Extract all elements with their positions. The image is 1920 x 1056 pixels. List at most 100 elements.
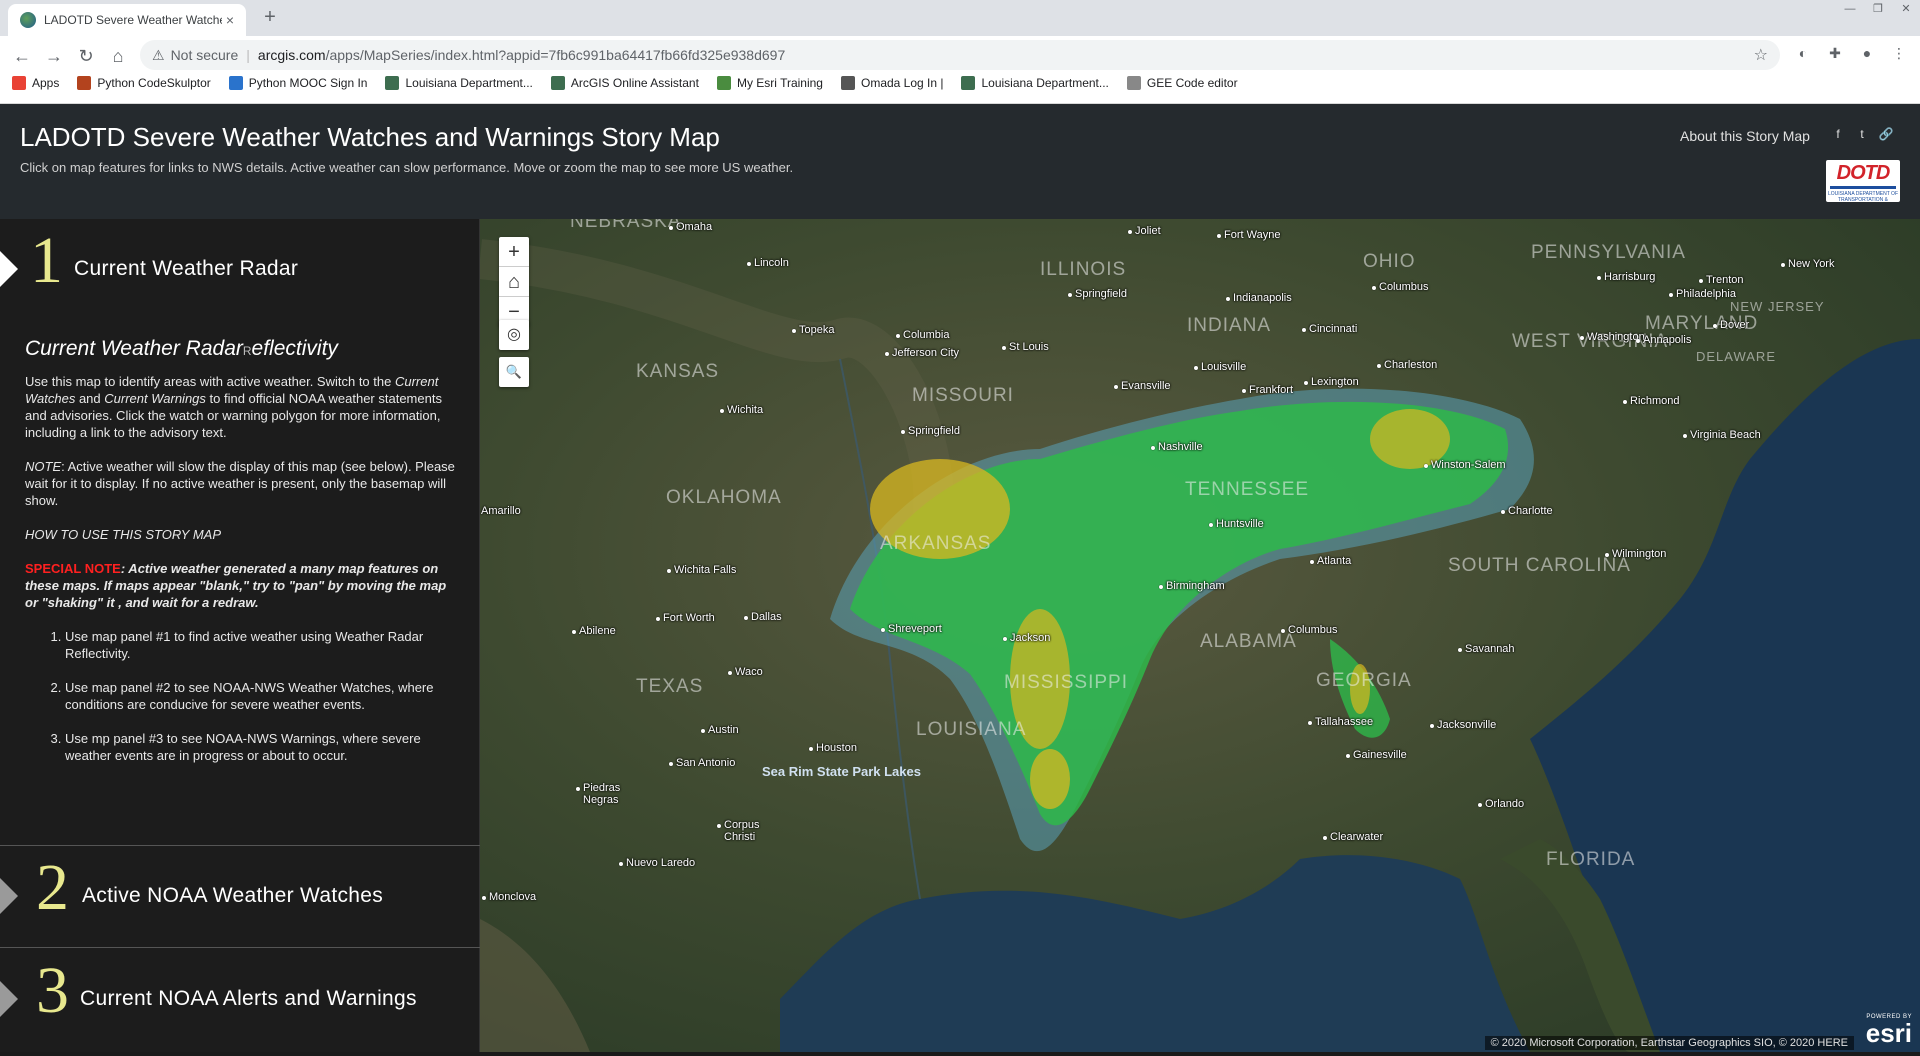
- entry-title: Current Weather Radar: [74, 257, 299, 280]
- profile-avatar-icon[interactable]: ●: [1858, 44, 1876, 62]
- link-icon[interactable]: 🔗: [1878, 126, 1894, 142]
- coursera-icon: [228, 76, 243, 90]
- search-button[interactable]: 🔍: [499, 357, 529, 387]
- list-item: Use mp panel #3 to see NOAA-NWS Warnings…: [65, 730, 461, 764]
- city-label: Louisville: [1193, 361, 1247, 373]
- twitter-icon[interactable]: t: [1854, 126, 1870, 142]
- city-label: Nuevo Laredo: [618, 857, 696, 869]
- not-secure-label[interactable]: Not secure: [171, 47, 239, 63]
- city-label: Trenton: [1699, 274, 1744, 286]
- city-label: Abilene: [572, 625, 616, 637]
- list-item: Use map panel #2 to see NOAA-NWS Weather…: [65, 679, 461, 713]
- extensions-puzzle-icon[interactable]: ✚: [1826, 44, 1844, 62]
- bookmark-item[interactable]: Omada Log In |: [840, 76, 943, 90]
- bookmark-item[interactable]: Apps: [12, 76, 59, 90]
- city-label: Columbia: [895, 329, 950, 341]
- state-label: NEBRASKA: [570, 219, 682, 232]
- state-label: OKLAHOMA: [666, 487, 782, 508]
- page-subtitle: Click on map features for links to NWS d…: [20, 160, 794, 175]
- bookmark-label: Python CodeSkulptor: [97, 76, 211, 90]
- browser-toolbar: ← → ↻ ⌂ ⚠ Not secure | arcgis.com /apps/…: [0, 36, 1920, 104]
- city-label: St Louis: [1002, 341, 1049, 353]
- browser-tab[interactable]: LADOTD Severe Weather Watches and Warnin…: [8, 4, 246, 36]
- home-button[interactable]: ⌂: [499, 267, 529, 297]
- back-arrow-icon[interactable]: ←: [8, 42, 36, 70]
- bookmark-item[interactable]: Louisiana Department...: [385, 76, 533, 90]
- entry-1-content: Current Weather RadarReflectivity Use th…: [25, 337, 461, 781]
- entry-1-header[interactable]: 1 Current Weather Radar: [0, 219, 480, 319]
- bookmark-item[interactable]: GEE Code editor: [1126, 76, 1238, 90]
- city-label: Wichita Falls: [666, 564, 737, 576]
- forward-arrow-icon[interactable]: →: [40, 42, 68, 70]
- city-label: Annapolis: [1635, 334, 1692, 346]
- state-label: ARKANSAS: [880, 533, 992, 554]
- city-label: Indianapolis: [1226, 292, 1292, 304]
- globe-icon: [385, 76, 400, 90]
- entry-2-header[interactable]: 2 Active NOAA Weather Watches: [0, 846, 480, 946]
- city-label: Birmingham: [1159, 580, 1225, 592]
- city-label: Virginia Beach: [1683, 429, 1761, 441]
- reload-icon[interactable]: ↻: [72, 42, 100, 70]
- menu-kebab-icon[interactable]: ⋮: [1890, 44, 1908, 62]
- city-label: Wilmington: [1604, 548, 1667, 560]
- city-label: Harrisburg: [1596, 271, 1656, 283]
- city-label: Lincoln: [747, 257, 789, 269]
- new-tab-button[interactable]: +: [258, 6, 282, 30]
- state-label: ALABAMA: [1200, 631, 1297, 652]
- bookmarks-bar: Apps Python CodeSkulptor Python MOOC Sign …: [12, 76, 1256, 90]
- about-story-map-link[interactable]: About this Story Map: [1680, 128, 1810, 144]
- city-label: Winston-Salem: [1424, 459, 1506, 471]
- city-label: Fort Wayne: [1216, 229, 1281, 241]
- locate-button[interactable]: ◎: [499, 320, 529, 350]
- bookmark-label: Python MOOC Sign In: [248, 76, 368, 90]
- city-label: Charlotte: [1501, 505, 1553, 517]
- address-bar[interactable]: ⚠ Not secure | arcgis.com /apps/MapSerie…: [140, 40, 1780, 70]
- extension-circle-icon[interactable]: ◐: [1794, 44, 1812, 62]
- entry-arrow-icon: [0, 981, 18, 1017]
- state-label: TEXAS: [636, 676, 704, 697]
- esri-logo[interactable]: POWERED BY esri: [1856, 1014, 1912, 1048]
- bookmark-star-icon[interactable]: ☆: [1754, 45, 1768, 65]
- city-label: Lexington: [1304, 376, 1359, 388]
- city-label: Springfield: [1068, 288, 1127, 300]
- warning-icon[interactable]: ⚠: [152, 47, 165, 64]
- bookmark-item[interactable]: Python CodeSkulptor: [77, 76, 211, 90]
- bookmark-item[interactable]: My Esri Training: [716, 76, 823, 90]
- city-label: New York: [1780, 258, 1835, 270]
- home-icon[interactable]: ⌂: [104, 42, 132, 70]
- state-label: INDIANA: [1187, 315, 1272, 336]
- bookmark-item[interactable]: ArcGIS Online Assistant: [550, 76, 699, 90]
- intro-paragraph: Use this map to identify areas with acti…: [25, 374, 442, 440]
- bookmark-label: ArcGIS Online Assistant: [570, 76, 699, 90]
- bookmark-item[interactable]: Louisiana Department...: [961, 76, 1109, 90]
- extension-icons: ◐ ✚ ● ⋮: [1794, 44, 1908, 62]
- bookmark-label: My Esri Training: [736, 76, 823, 90]
- bookmark-item[interactable]: Python MOOC Sign In: [228, 76, 368, 90]
- facebook-icon[interactable]: f: [1830, 126, 1846, 142]
- park-label: Sea Rim State Park Lakes: [762, 764, 921, 779]
- map-attribution: © 2020 Microsoft Corporation, Earthstar …: [1484, 1036, 1854, 1050]
- city-label: Clearwater: [1322, 831, 1384, 843]
- zoom-in-button[interactable]: +: [499, 237, 529, 267]
- entry-3-header[interactable]: 3 Current NOAA Alerts and Warnings: [0, 949, 480, 1049]
- restore-button[interactable]: ❐: [1864, 0, 1892, 18]
- state-label: MISSISSIPPI: [1004, 672, 1128, 693]
- city-label: Springfield: [901, 425, 960, 437]
- state-label: DELAWARE: [1696, 349, 1776, 364]
- entry-title: Current NOAA Alerts and Warnings: [80, 987, 417, 1010]
- globe-icon: [550, 76, 565, 90]
- radar-map[interactable]: NEBRASKA ILLINOIS OHIO PENNSYLVANIA INDI…: [480, 219, 1920, 1052]
- close-window-button[interactable]: ✕: [1892, 0, 1920, 18]
- city-label: Shreveport: [881, 623, 942, 635]
- city-label: Columbus: [1281, 624, 1338, 636]
- active-entry-arrow-icon: [0, 251, 18, 287]
- url-path: /apps/MapSeries/index.html?appid=7fb6c99…: [325, 47, 786, 63]
- minimize-button[interactable]: —: [1836, 0, 1864, 18]
- tab-title: LADOTD Severe Weather Watches and Warnin…: [44, 13, 222, 27]
- city-label: Gainesville: [1346, 749, 1407, 761]
- entry-number: 2: [36, 851, 69, 924]
- content-heading: Current Weather RadarReflectivity: [25, 337, 338, 360]
- state-label: FLORIDA: [1546, 849, 1636, 870]
- tab-close-icon[interactable]: ×: [222, 12, 238, 28]
- dotd-logo[interactable]: DOTD LOUISIANA DEPARTMENT OF TRANSPORTAT…: [1826, 160, 1900, 202]
